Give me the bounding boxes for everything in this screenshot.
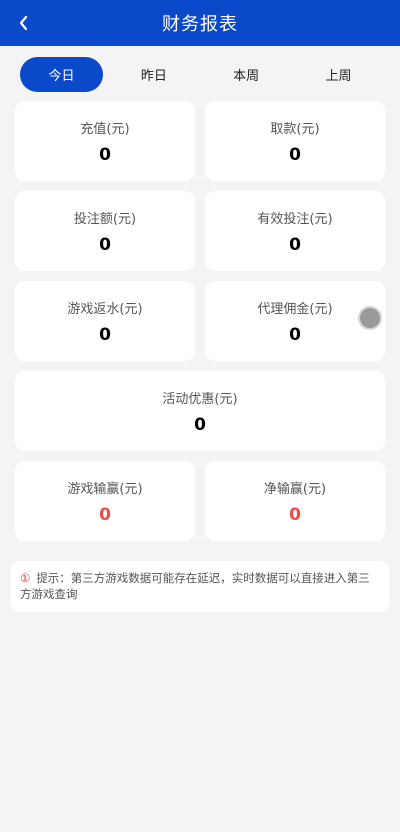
info-circle-icon: ① [20,571,31,585]
promotion-card: 活动优惠(元) 0 [15,371,385,451]
card-label: 活动优惠(元) [162,391,238,407]
game-rebate-card: 游戏返水(元) 0 [15,281,195,361]
chevron-left-icon [19,15,28,31]
valid-bet-card: 有效投注(元) 0 [205,191,385,271]
card-label: 游戏返水(元) [67,301,143,317]
card-value: 0 [194,414,206,435]
app-header: 财务报表 [0,0,400,46]
card-label: 投注额(元) [73,211,137,227]
card-value: 0 [289,504,301,525]
tab-this-week[interactable]: 本周 [205,57,288,92]
card-value: 0 [99,504,111,525]
tab-last-week[interactable]: 上周 [297,57,380,92]
card-label: 净输赢(元) [263,481,327,497]
bet-amount-card: 投注额(元) 0 [15,191,195,271]
recharge-card: 充值(元) 0 [15,101,195,181]
withdraw-card: 取款(元) 0 [205,101,385,181]
card-value: 0 [99,144,111,165]
card-label: 充值(元) [80,121,130,137]
card-value: 0 [289,324,301,345]
card-label: 有效投注(元) [257,211,333,227]
net-winloss-card: 净输赢(元) 0 [205,461,385,541]
game-winloss-card: 游戏输赢(元) 0 [15,461,195,541]
card-label: 取款(元) [270,121,320,137]
card-label: 游戏输赢(元) [67,481,143,497]
back-button[interactable] [12,7,36,39]
tab-yesterday[interactable]: 昨日 [112,57,195,92]
card-value: 0 [289,144,301,165]
card-label: 代理佣金(元) [257,301,333,317]
tip-text: 提示：第三方游戏数据可能存在延迟，实时数据可以直接进入第三方游戏查询 [20,571,370,601]
period-tabs: 今日 昨日 本周 上周 [20,56,380,92]
card-value: 0 [289,234,301,255]
card-value: 0 [99,324,111,345]
tab-today[interactable]: 今日 [20,56,103,92]
page-title: 财务报表 [162,14,238,35]
tip-box: ① 提示：第三方游戏数据可能存在延迟，实时数据可以直接进入第三方游戏查询 [10,561,390,612]
card-value: 0 [99,234,111,255]
floating-assistive-button[interactable] [358,306,382,330]
